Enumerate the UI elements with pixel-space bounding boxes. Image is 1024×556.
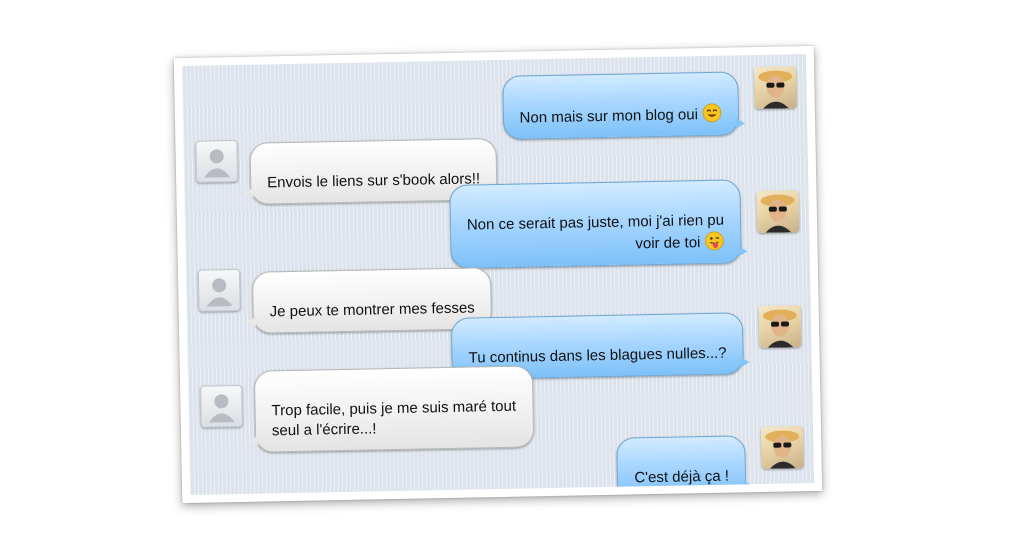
tongue-out-face-icon: [704, 231, 724, 251]
stage: Non mais sur mon blog oui Envois le lien…: [0, 0, 1024, 556]
person-photo-icon: [760, 194, 795, 233]
person-photo-icon: [765, 430, 800, 469]
default-person-icon: [206, 278, 233, 307]
contact-avatar: [197, 268, 241, 312]
contact-avatar: [200, 384, 243, 428]
person-photo-icon: [762, 309, 797, 348]
outgoing-message-bubble[interactable]: C'est déjà ça !: [616, 435, 747, 495]
message-text: Non ce serait pas juste, moi j'ai rien p…: [466, 211, 725, 253]
outgoing-message-bubble[interactable]: Non ce serait pas juste, moi j'ai rien p…: [449, 179, 742, 269]
photo-card: Non mais sur mon blog oui Envois le lien…: [173, 45, 823, 504]
message-text: C'est déjà ça !: [634, 467, 730, 487]
my-avatar: [758, 305, 802, 348]
default-person-icon: [208, 394, 235, 423]
message-row: Non mais sur mon blog oui: [182, 64, 807, 140]
person-photo-icon: [758, 70, 793, 109]
smiling-face-icon: [702, 103, 722, 123]
my-avatar: [756, 190, 800, 234]
message-row: Non ce serait pas juste, moi j'ai rien p…: [184, 178, 809, 269]
message-text: Non mais sur mon blog oui: [519, 106, 699, 127]
message-thread[interactable]: Non mais sur mon blog oui Envois le lien…: [181, 54, 815, 495]
message-row: Trop facile, puis je me suis maré tout s…: [188, 360, 813, 453]
my-avatar: [760, 426, 804, 469]
my-avatar: [754, 66, 797, 110]
message-row: Envois le liens sur s'book alors!!: [183, 126, 808, 205]
contact-avatar: [195, 139, 239, 183]
default-person-icon: [204, 149, 231, 178]
